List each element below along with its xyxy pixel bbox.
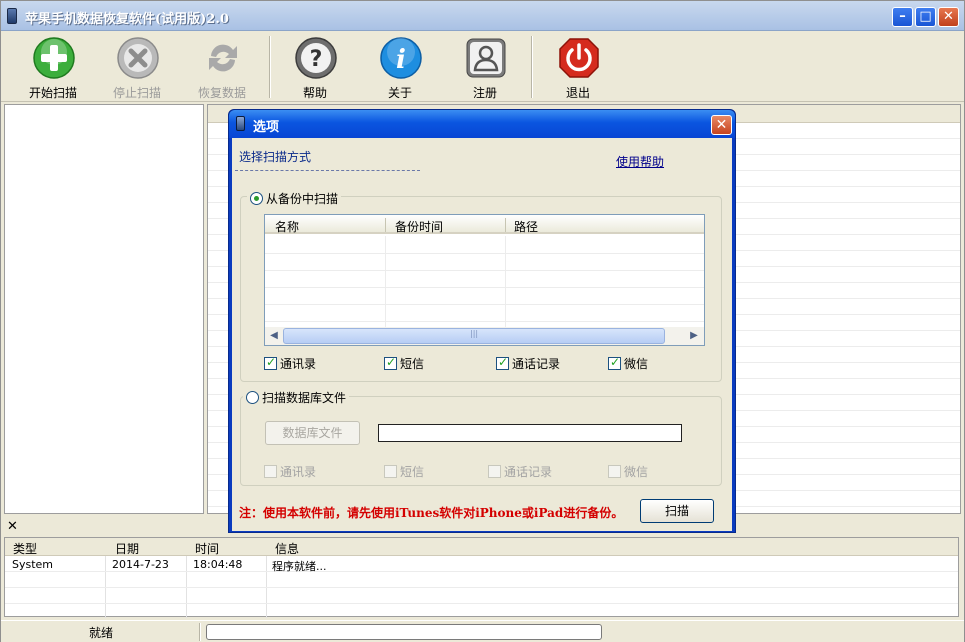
backup-list[interactable]: 名称 备份时间 路径 ◀ ||| ▶ xyxy=(264,214,705,346)
radio-unselected-icon xyxy=(246,391,259,404)
backup-wechat-checkbox[interactable]: 微信 xyxy=(608,355,648,372)
log-header: 类型 日期 时间 信息 xyxy=(5,538,958,556)
svg-text:i: i xyxy=(396,45,406,75)
backup-notice: 注：使用本软件前，请先使用iTunes软件对iPhone或iPad进行备份。 xyxy=(239,506,624,520)
backup-contacts-checkbox[interactable]: 通讯录 xyxy=(264,355,316,372)
log-cell-date: 2014-7-23 xyxy=(112,558,169,571)
log-close-icon[interactable]: ✕ xyxy=(7,519,18,534)
log-row[interactable]: System 2014-7-23 18:04:48 程序就绪... xyxy=(5,556,958,573)
title-bar: 苹果手机数据恢复软件(试用版)2.0 – □ ✕ xyxy=(1,1,964,31)
info-icon: i xyxy=(379,36,423,80)
col-path[interactable]: 路径 xyxy=(514,218,538,235)
app-icon xyxy=(7,8,17,24)
minimize-button[interactable]: – xyxy=(892,7,913,27)
power-icon xyxy=(557,36,601,80)
dialog-title: 选项 xyxy=(253,120,280,135)
register-button[interactable]: 注册 xyxy=(455,34,515,100)
close-button[interactable]: ✕ xyxy=(938,7,959,27)
help-label: 帮助 xyxy=(302,86,327,100)
dialog-body: 选择扫描方式 使用帮助 从备份中扫描 名称 备份时间 路径 ◀ ||| ▶ ✓通… xyxy=(232,138,732,531)
log-cell-time: 18:04:48 xyxy=(193,558,243,571)
phone-icon xyxy=(236,116,245,131)
status-text: 就绪 xyxy=(89,626,114,640)
dialog-close-button[interactable]: ✕ xyxy=(711,115,732,135)
maximize-button[interactable]: □ xyxy=(915,7,936,27)
database-scan-radio[interactable]: 扫描数据库文件 xyxy=(243,389,350,406)
log-col-message[interactable]: 信息 xyxy=(275,540,299,557)
scroll-left-icon[interactable]: ◀ xyxy=(266,328,282,344)
log-col-time[interactable]: 时间 xyxy=(195,540,219,557)
toolbar: 开始扫描 停止扫描 恢复数据 ? 帮助 i 关于 注册 退出 xyxy=(1,32,964,102)
stop-x-icon xyxy=(116,36,160,80)
recover-data-button[interactable]: 恢复数据 xyxy=(192,34,252,100)
status-bar: 就绪 xyxy=(1,620,964,642)
device-tree-panel[interactable] xyxy=(4,104,204,514)
divider xyxy=(235,170,420,171)
recover-data-label: 恢复数据 xyxy=(197,86,246,100)
horizontal-scrollbar[interactable]: ◀ ||| ▶ xyxy=(265,327,704,345)
usage-help-link[interactable]: 使用帮助 xyxy=(616,153,664,170)
log-col-type[interactable]: 类型 xyxy=(13,540,37,557)
database-file-button[interactable]: 数据库文件 xyxy=(265,421,360,445)
scroll-right-icon[interactable]: ▶ xyxy=(686,328,702,344)
start-scan-label: 开始扫描 xyxy=(28,86,77,100)
about-button[interactable]: i 关于 xyxy=(370,34,430,100)
register-label: 注册 xyxy=(472,86,497,100)
backup-sms-checkbox[interactable]: 短信 xyxy=(384,355,424,372)
main-window: 苹果手机数据恢复软件(试用版)2.0 – □ ✕ 开始扫描 停止扫描 恢复数据 xyxy=(0,0,965,642)
backup-scan-radio[interactable]: 从备份中扫描 xyxy=(247,190,342,207)
start-scan-button[interactable]: 开始扫描 xyxy=(23,34,83,100)
options-dialog: 选项 ✕ 选择扫描方式 使用帮助 从备份中扫描 名称 备份时间 路径 ◀ |||… xyxy=(228,109,736,533)
stop-scan-button[interactable]: 停止扫描 xyxy=(107,34,167,100)
refresh-icon xyxy=(201,36,245,80)
db-contacts-checkbox[interactable]: 通讯录 xyxy=(264,463,316,480)
col-name[interactable]: 名称 xyxy=(275,218,299,235)
toolbar-separator xyxy=(531,36,533,98)
dialog-title-bar: 选项 ✕ xyxy=(229,110,735,138)
backup-list-header: 名称 备份时间 路径 xyxy=(265,215,704,234)
help-button[interactable]: ? 帮助 xyxy=(285,34,345,100)
plus-icon xyxy=(32,36,76,80)
user-icon xyxy=(464,36,508,80)
radio-selected-icon xyxy=(250,192,263,205)
db-wechat-checkbox[interactable]: 微信 xyxy=(608,463,648,480)
log-col-date[interactable]: 日期 xyxy=(115,540,139,557)
scrollbar-thumb[interactable]: ||| xyxy=(283,328,665,344)
exit-button[interactable]: 退出 xyxy=(548,34,608,100)
progress-bar xyxy=(206,624,602,640)
backup-call-log-checkbox[interactable]: 通话记录 xyxy=(496,355,560,372)
window-title: 苹果手机数据恢复软件(试用版)2.0 xyxy=(25,12,229,27)
scan-button[interactable]: 扫描 xyxy=(640,499,714,523)
about-label: 关于 xyxy=(387,86,412,100)
stop-scan-label: 停止扫描 xyxy=(112,86,161,100)
log-panel: 类型 日期 时间 信息 System 2014-7-23 18:04:48 程序… xyxy=(4,537,959,618)
exit-label: 退出 xyxy=(565,86,590,100)
db-call-log-checkbox[interactable]: 通话记录 xyxy=(488,463,552,480)
toolbar-separator xyxy=(269,36,271,98)
log-cell-type: System xyxy=(12,558,54,571)
question-icon: ? xyxy=(294,36,338,80)
scan-mode-label: 选择扫描方式 xyxy=(239,150,312,164)
database-scan-label: 扫描数据库文件 xyxy=(262,391,347,405)
backup-scan-label: 从备份中扫描 xyxy=(266,192,339,206)
svg-text:?: ? xyxy=(310,47,323,72)
database-file-path-input[interactable] xyxy=(378,424,682,442)
db-sms-checkbox[interactable]: 短信 xyxy=(384,463,424,480)
col-backup-time[interactable]: 备份时间 xyxy=(395,218,443,235)
